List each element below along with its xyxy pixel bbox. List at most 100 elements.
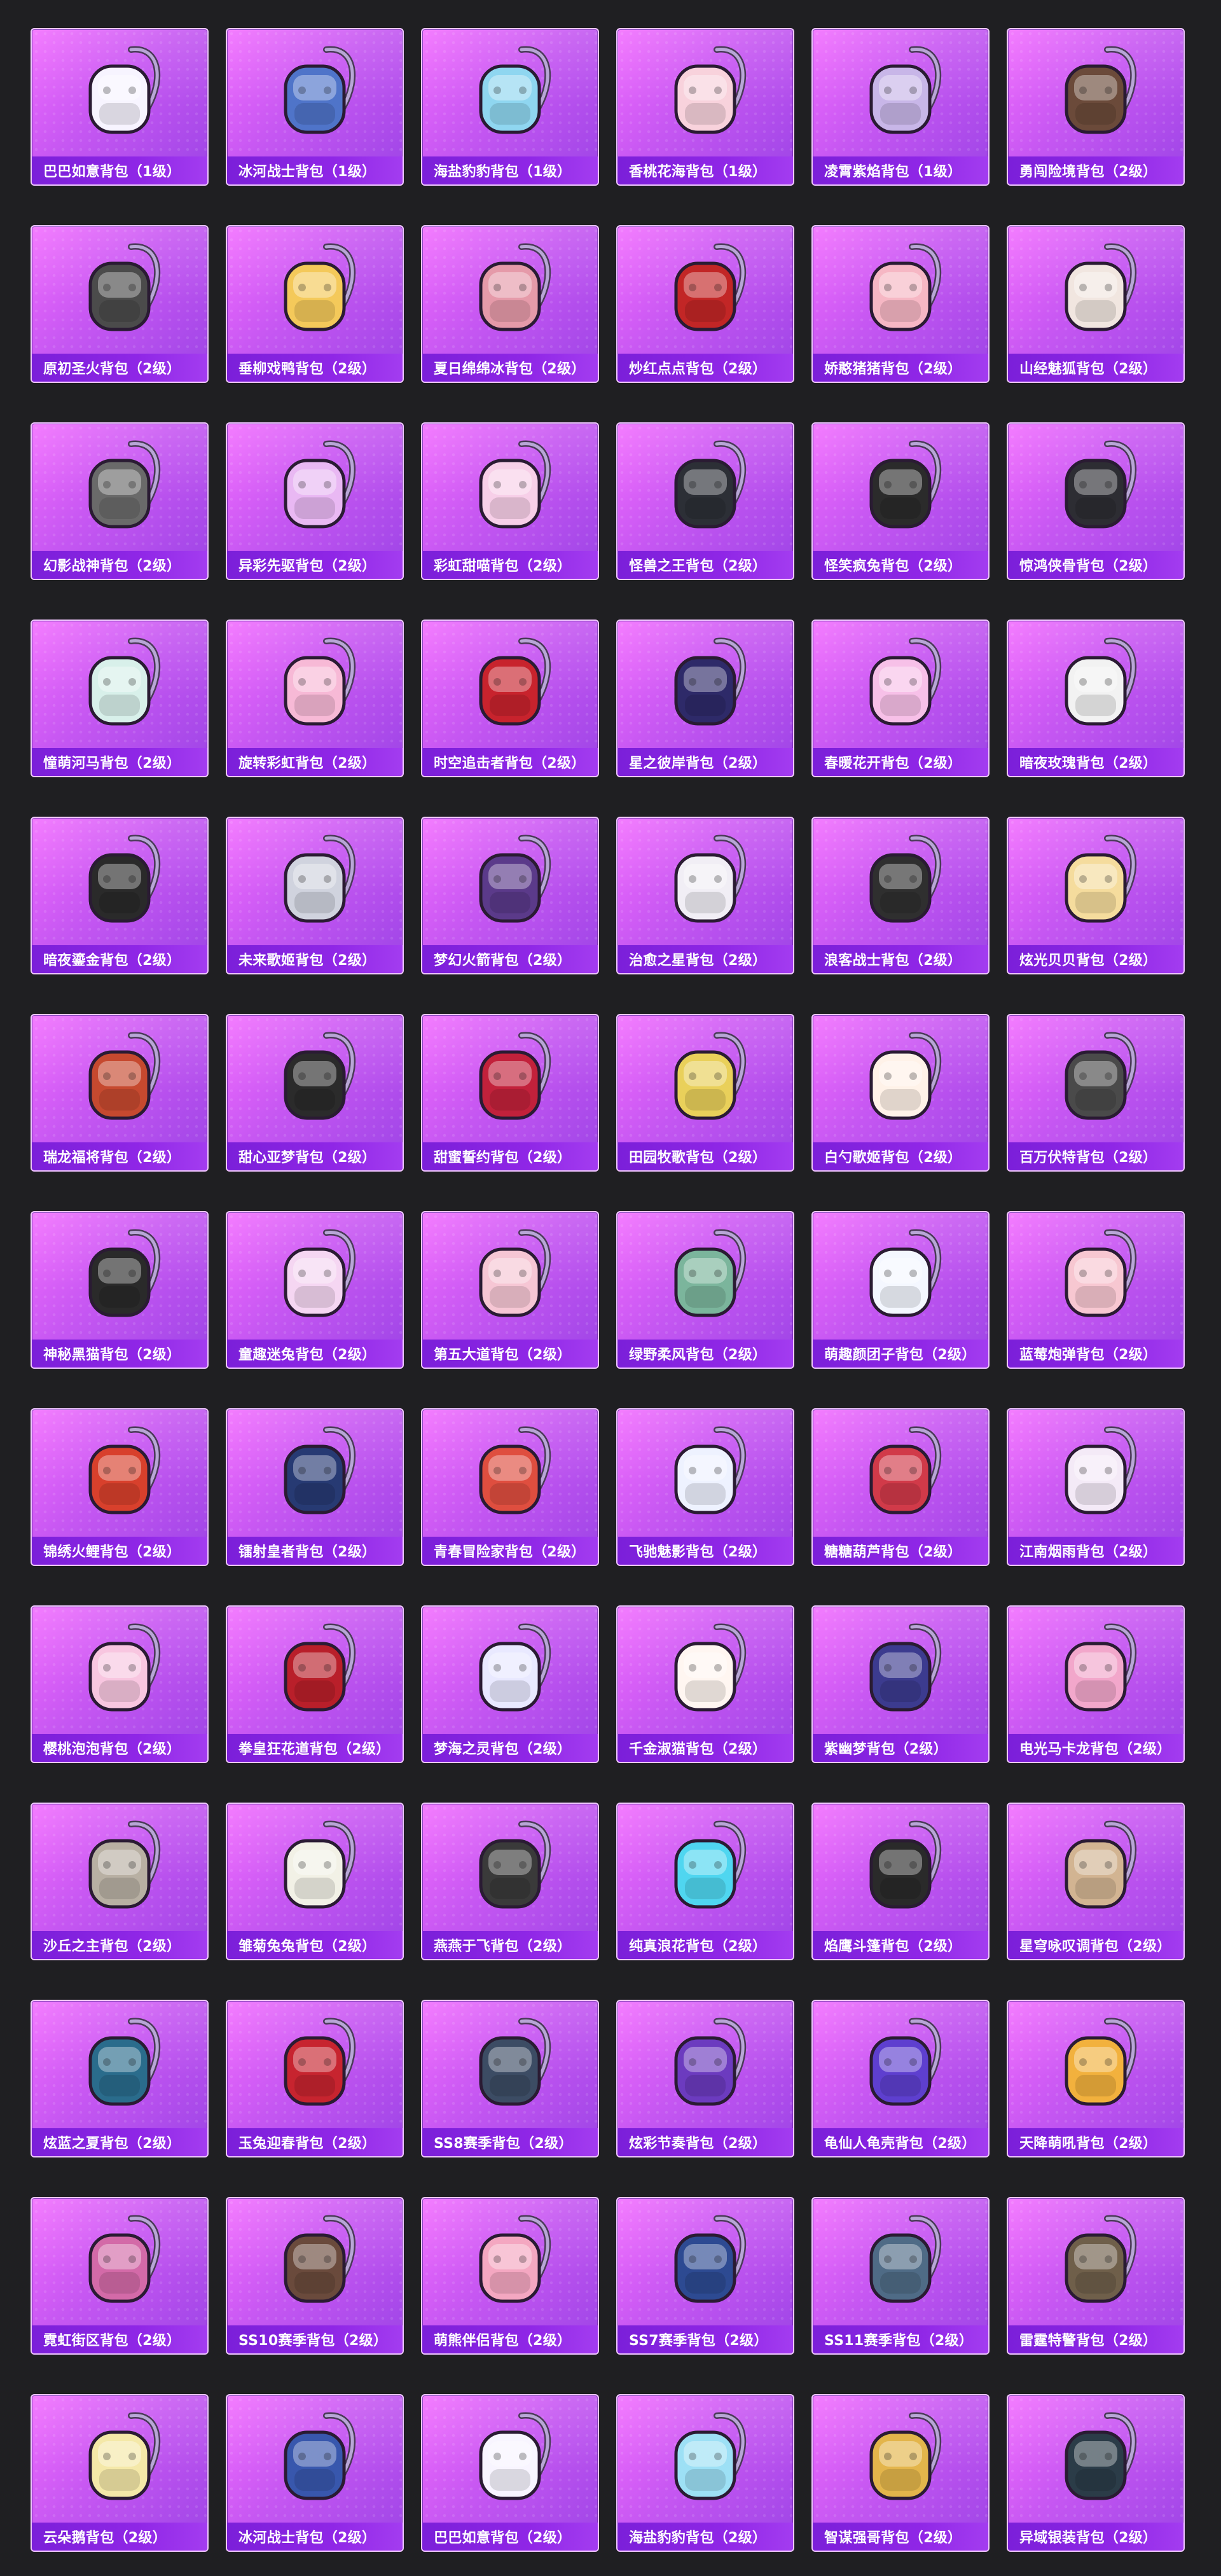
backpack-card[interactable]: 霓虹街区背包（2级） [31,2197,209,2355]
label-bar: 瑞龙福将背包（2级） [32,1142,207,1170]
backpack-card[interactable]: 浪客战士背包（2级） [811,817,990,974]
backpack-card[interactable]: 童趣迷兔背包（2级） [226,1211,404,1369]
backpack-card[interactable]: 异域银装背包（2级） [1007,2394,1185,2552]
label-bar: SS7赛季背包（2级） [617,2325,793,2353]
backpack-label: 异域银装背包（2级） [1019,2530,1157,2546]
backpack-card[interactable]: 暗夜鎏金背包（2级） [31,817,209,974]
backpack-card[interactable]: 白勺歌姬背包（2级） [811,1014,990,1172]
backpack-card[interactable]: 纯真浪花背包（2级） [616,1803,794,1960]
backpack-card[interactable]: 巴巴如意背包（1级） [31,28,209,186]
backpack-card[interactable]: 海盐豹豹背包（1级） [421,28,599,186]
backpack-card[interactable]: SS10赛季背包（2级） [226,2197,404,2355]
backpack-card[interactable]: 梦海之灵背包（2级） [421,1605,599,1763]
backpack-label: SS10赛季背包（2级） [238,2333,388,2349]
backpack-card[interactable]: 治愈之星背包（2级） [616,817,794,974]
backpack-card[interactable]: 云朵鹅背包（2级） [31,2394,209,2552]
backpack-card[interactable]: 山经魅狐背包（2级） [1007,225,1185,383]
backpack-card[interactable]: 瑞龙福将背包（2级） [31,1014,209,1172]
backpack-card[interactable]: 糖糖葫芦背包（2级） [811,1408,990,1566]
backpack-card[interactable]: 樱桃泡泡背包（2级） [31,1605,209,1763]
backpack-card[interactable]: 雏菊兔兔背包（2级） [226,1803,404,1960]
backpack-card[interactable]: 甜蜜誓约背包（2级） [421,1014,599,1172]
backpack-card[interactable]: 娇憨猪猪背包（2级） [811,225,990,383]
backpack-card[interactable]: 燕燕于飞背包（2级） [421,1803,599,1960]
backpack-card[interactable]: 萌趣颜团子背包（2级） [811,1211,990,1369]
backpack-card[interactable]: 龟仙人龟壳背包（2级） [811,2000,990,2157]
backpack-card[interactable]: 青春冒险家背包（2级） [421,1408,599,1566]
backpack-card[interactable]: 锦绣火鲤背包（2级） [31,1408,209,1566]
backpack-card[interactable]: 田园牧歌背包（2级） [616,1014,794,1172]
backpack-card[interactable]: 香桃花海背包（1级） [616,28,794,186]
backpack-card[interactable]: 怪兽之王背包（2级） [616,422,794,580]
backpack-card[interactable]: 星穹咏叹调背包（2级） [1007,1803,1185,1960]
label-bar: 异域银装背包（2级） [1008,2523,1183,2551]
label-bar: 江南烟雨背包（2级） [1008,1537,1183,1565]
backpack-label: 白勺歌姬背包（2级） [824,1150,962,1166]
backpack-card[interactable]: 甜心亚梦背包（2级） [226,1014,404,1172]
backpack-card[interactable]: 绿野柔风背包（2级） [616,1211,794,1369]
backpack-icon [88,1820,161,1909]
backpack-card[interactable]: 春暖花开背包（2级） [811,620,990,777]
backpack-card[interactable]: 紫幽梦背包（2级） [811,1605,990,1763]
backpack-card[interactable]: 沙丘之主背包（2级） [31,1803,209,1960]
backpack-card[interactable]: SS11赛季背包（2级） [811,2197,990,2355]
backpack-card[interactable]: 炫蓝之夏背包（2级） [31,2000,209,2157]
backpack-card[interactable]: 怪笑疯兔背包（2级） [811,422,990,580]
backpack-card[interactable]: 幻影战神背包（2级） [31,422,209,580]
label-bar: 童趣迷兔背包（2级） [227,1340,403,1368]
backpack-card[interactable]: 百万伏特背包（2级） [1007,1014,1185,1172]
backpack-card[interactable]: 雷霆特警背包（2级） [1007,2197,1185,2355]
backpack-card[interactable]: 彩虹甜喵背包（2级） [421,422,599,580]
backpack-card[interactable]: 未来歌姬背包（2级） [226,817,404,974]
backpack-card[interactable]: 冰河战士背包（1级） [226,28,404,186]
backpack-card[interactable]: SS8赛季背包（2级） [421,2000,599,2157]
backpack-card[interactable]: 冰河战士背包（2级） [226,2394,404,2552]
backpack-label: 浪客战士背包（2级） [824,953,962,969]
backpack-grid: 巴巴如意背包（1级） 冰河战士背包（1级） 海盐豹豹背包（1级） 香桃花海背包（… [31,28,1185,2552]
backpack-card[interactable]: 电光马卡龙背包（2级） [1007,1605,1185,1763]
backpack-card[interactable]: 梦幻火箭背包（2级） [421,817,599,974]
backpack-card[interactable]: 惊鸿侠骨背包（2级） [1007,422,1185,580]
backpack-card[interactable]: 玉兔迎春背包（2级） [226,2000,404,2157]
backpack-card[interactable]: 时空追击者背包（2级） [421,620,599,777]
backpack-card[interactable]: 异彩先驱背包（2级） [226,422,404,580]
backpack-card[interactable]: 镭射皇者背包（2级） [226,1408,404,1566]
backpack-label: 龟仙人龟壳背包（2级） [824,2136,976,2152]
backpack-card[interactable]: 第五大道背包（2级） [421,1211,599,1369]
backpack-card[interactable]: 拳皇狂花道背包（2级） [226,1605,404,1763]
backpack-card[interactable]: 炫光贝贝背包（2级） [1007,817,1185,974]
backpack-card[interactable]: 天降萌吼背包（2级） [1007,2000,1185,2157]
backpack-card[interactable]: 海盐豹豹背包（2级） [616,2394,794,2552]
backpack-card[interactable]: 暗夜玫瑰背包（2级） [1007,620,1185,777]
backpack-card[interactable]: 原初圣火背包（2级） [31,225,209,383]
backpack-card[interactable]: 蓝莓炮弹背包（2级） [1007,1211,1185,1369]
backpack-card[interactable]: 炫彩节奏背包（2级） [616,2000,794,2157]
backpack-label: 云朵鹅背包（2级） [43,2530,167,2546]
backpack-card[interactable]: 夏日绵绵冰背包（2级） [421,225,599,383]
backpack-label: 绿野柔风背包（2级） [629,1347,767,1363]
backpack-icon [284,637,356,726]
label-bar: 神秘黑猫背包（2级） [32,1340,207,1368]
backpack-card[interactable]: 旋转彩虹背包（2级） [226,620,404,777]
backpack-card[interactable]: 江南烟雨背包（2级） [1007,1408,1185,1566]
backpack-icon [1065,1820,1137,1909]
backpack-card[interactable]: 飞驰魅影背包（2级） [616,1408,794,1566]
backpack-card[interactable]: 勇闯险境背包（2级） [1007,28,1185,186]
backpack-card[interactable]: 萌熊伴侣背包（2级） [421,2197,599,2355]
backpack-card[interactable]: 垂柳戏鸭背包（2级） [226,225,404,383]
backpack-card[interactable]: SS7赛季背包（2级） [616,2197,794,2355]
backpack-card[interactable]: 憧萌河马背包（2级） [31,620,209,777]
backpack-card[interactable]: 焰鹰斗篷背包（2级） [811,1803,990,1960]
backpack-card[interactable]: 神秘黑猫背包（2级） [31,1211,209,1369]
backpack-icon [479,1426,551,1514]
label-bar: 梦海之灵背包（2级） [422,1734,598,1762]
backpack-card[interactable]: 炒红点点背包（2级） [616,225,794,383]
backpack-card[interactable]: 星之彼岸背包（2级） [616,620,794,777]
backpack-card[interactable]: 千金淑猫背包（2级） [616,1605,794,1763]
backpack-icon [674,46,747,134]
backpack-card[interactable]: 智谋强哥背包（2级） [811,2394,990,2552]
backpack-card[interactable]: 凌霄紫焰背包（1级） [811,28,990,186]
backpack-label: 沙丘之主背包（2级） [43,1939,181,1955]
label-bar: 焰鹰斗篷背包（2级） [813,1931,988,1959]
backpack-card[interactable]: 巴巴如意背包（2级） [421,2394,599,2552]
